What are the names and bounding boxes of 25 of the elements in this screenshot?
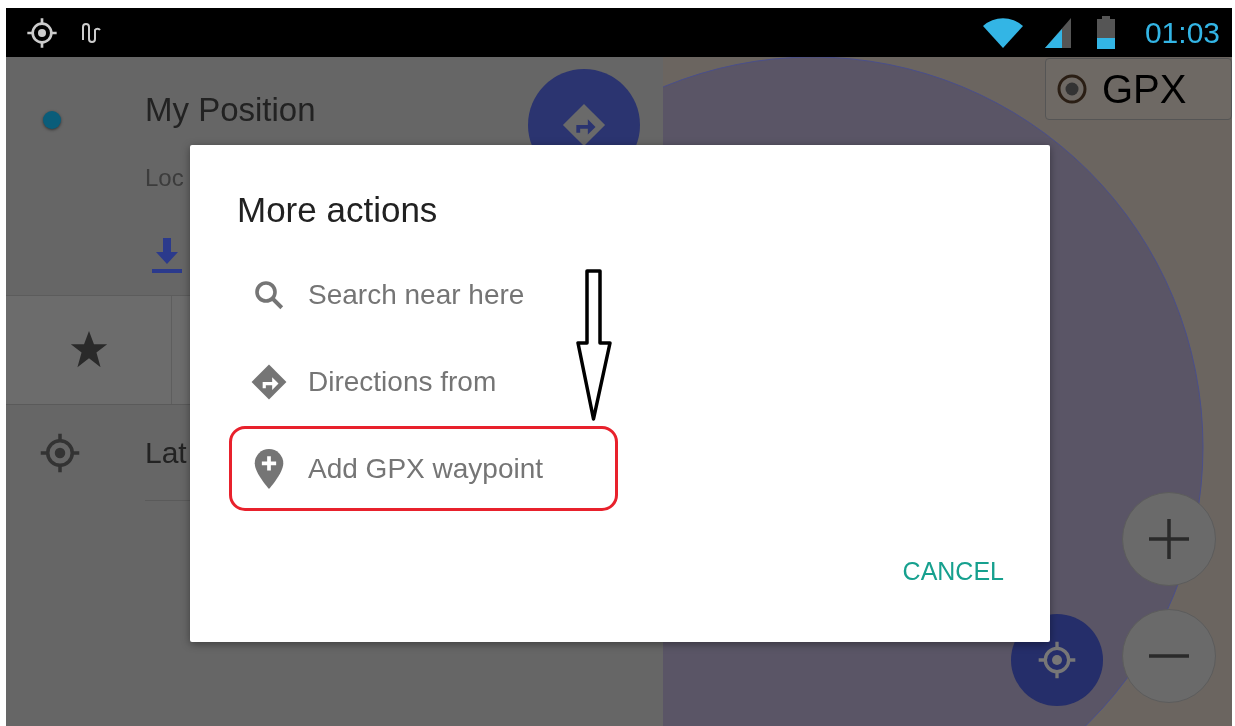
clock: 01:03 <box>1144 15 1220 50</box>
crosshair-icon <box>26 16 58 49</box>
wifi-icon <box>982 16 1023 49</box>
action-label: Search near here <box>308 278 525 311</box>
location-dot <box>42 111 61 130</box>
place-title: My Position <box>145 91 316 130</box>
battery-icon <box>1094 15 1117 50</box>
crosshair-icon <box>1037 640 1077 680</box>
layer-label: GPX <box>1102 66 1187 112</box>
star-icon[interactable] <box>68 331 109 369</box>
add-pin-icon <box>254 448 284 489</box>
minus-icon <box>1149 654 1189 658</box>
directions-icon <box>561 102 607 148</box>
directions-icon <box>250 362 288 401</box>
download-icon[interactable] <box>151 236 183 275</box>
cancel-button[interactable]: CANCEL <box>902 551 1004 592</box>
dialog-title: More actions <box>236 190 439 230</box>
action-label: Directions from <box>308 365 497 398</box>
action-item[interactable]: Add GPX waypoint <box>229 426 618 511</box>
signal-icon <box>1044 16 1073 49</box>
crosshair-icon <box>39 432 81 474</box>
gpx-layer-button[interactable]: GPX <box>1045 58 1232 120</box>
plus-icon <box>1149 519 1189 559</box>
action-label: Add GPX waypoint <box>308 452 544 485</box>
action-item[interactable]: Search near here <box>229 252 618 337</box>
